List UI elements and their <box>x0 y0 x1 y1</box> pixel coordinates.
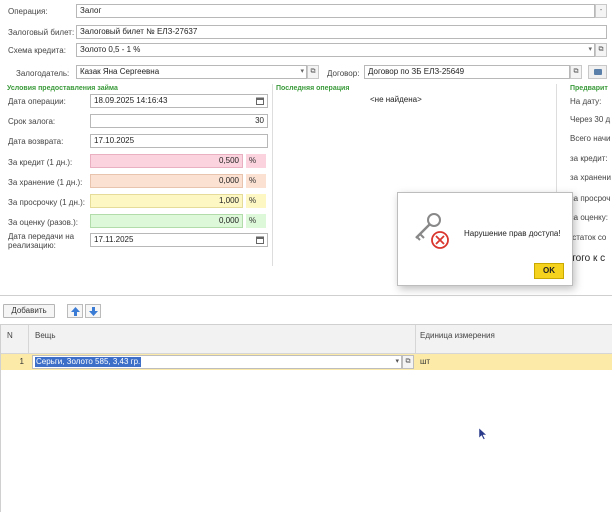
ticket-field[interactable]: Залоговый билет № ЕЛЗ-27637 <box>76 25 607 39</box>
add-button[interactable]: Добавить <box>3 304 55 318</box>
open-icon: ⧉ <box>405 358 411 365</box>
dropdown-icon: - <box>599 7 603 14</box>
calendar-icon[interactable] <box>256 236 264 244</box>
move-up-button[interactable] <box>67 304 83 318</box>
ticket-value: Залоговый билет № ЕЛЗ-27637 <box>80 27 198 36</box>
appraisal-pct: % <box>246 214 266 228</box>
operation-field[interactable]: Залог <box>76 4 595 18</box>
col-unit-header[interactable]: Единица измерения <box>420 331 495 340</box>
dialog-message: Нарушение прав доступа! <box>464 229 561 238</box>
operation-dropdown-button[interactable]: - <box>595 4 607 18</box>
conditions-title: Условия предоставления займа <box>7 85 118 92</box>
row-item-value: Серьги, Золото 585, 3,43 гр. <box>35 357 142 367</box>
realization-date-value: 17.11.2025 <box>94 235 134 244</box>
col-n-header[interactable]: N <box>7 331 13 340</box>
open-icon: ⧉ <box>598 46 604 53</box>
row-n: 1 <box>19 357 24 366</box>
col-divider <box>415 325 416 354</box>
chevron-down-icon[interactable]: ▾ <box>395 356 399 368</box>
card-button[interactable] <box>588 65 607 79</box>
calendar-icon[interactable] <box>256 97 264 105</box>
arrow-up-icon <box>71 307 80 316</box>
preview-for-storage: за хранени <box>570 173 611 182</box>
col-divider <box>28 325 29 354</box>
preview-title: Предварит <box>570 85 608 92</box>
preview-total-accrued: Всего начи <box>570 134 611 143</box>
contract-open-button[interactable]: ⧉ <box>570 65 582 79</box>
mouse-cursor-icon <box>479 428 487 440</box>
preview-for-credit: за кредит: <box>570 154 608 163</box>
row-item-open-button[interactable]: ⧉ <box>402 355 414 369</box>
op-date-field[interactable]: 18.09.2025 14:16:43 <box>90 94 268 108</box>
pledger-value: Казак Яна Сергеевна <box>80 67 160 76</box>
appraisal-label: За оценку (разов.): <box>8 218 78 227</box>
separator <box>272 84 273 266</box>
overdue-field[interactable]: 1,000 <box>90 194 243 208</box>
return-date-field[interactable]: 17.10.2025 <box>90 134 268 148</box>
chevron-down-icon: ▾ <box>300 68 304 75</box>
contract-value: Договор по ЗБ ЕЛЗ-25649 <box>368 67 465 76</box>
scheme-label: Схема кредита: <box>8 46 66 55</box>
credit-label: За кредит (1 дн.): <box>8 158 73 167</box>
operation-label: Операция: <box>8 7 48 16</box>
scheme-open-button[interactable]: ⧉ <box>595 43 607 57</box>
pledger-label: Залогодатель: <box>16 69 70 78</box>
op-date-value: 18.09.2025 14:16:43 <box>94 96 168 105</box>
move-down-button[interactable] <box>85 304 101 318</box>
ticket-label: Залоговый билет: <box>8 28 75 37</box>
storage-field[interactable]: 0,000 <box>90 174 243 188</box>
last-operation-value: <не найдена> <box>370 95 422 104</box>
realization-label: Дата передачи на реализацию: <box>8 232 74 250</box>
appraisal-value: 0,000 <box>218 216 239 225</box>
return-date-label: Дата возврата: <box>8 137 64 146</box>
preview-on-date: На дату: <box>570 97 602 106</box>
overdue-label: За просрочку (1 дн.): <box>8 198 85 207</box>
preview-after30: Через 30 д <box>570 115 611 124</box>
overdue-pct: % <box>246 194 266 208</box>
card-icon <box>594 69 602 75</box>
contract-field[interactable]: Договор по ЗБ ЕЛЗ-25649 <box>364 65 570 79</box>
term-field[interactable]: 30 <box>90 114 268 128</box>
op-date-label: Дата операции: <box>8 97 66 106</box>
preview-for-appraisal: за оценку: <box>570 213 608 222</box>
overdue-value: 1,000 <box>218 196 239 205</box>
table-row[interactable]: 1 Серьги, Золото 585, 3,43 гр. ▾ ⧉ шт <box>1 354 612 370</box>
scheme-field[interactable]: Золото 0,5 - 1 % ▾ <box>76 43 595 57</box>
realization-label-line1: Дата передачи на <box>8 232 75 241</box>
pledger-field[interactable]: Казак Яна Сергеевна ▾ <box>76 65 307 79</box>
appraisal-field[interactable]: 0,000 <box>90 214 243 228</box>
table-header: N Вещь Единица измерения <box>1 325 612 354</box>
row-unit: шт <box>420 357 431 366</box>
credit-value: 0,500 <box>218 156 239 165</box>
preview-for-overdue: за просроч <box>570 194 611 203</box>
operation-value: Залог <box>80 6 102 15</box>
term-label: Срок залога: <box>8 117 56 126</box>
arrow-down-icon <box>89 307 98 316</box>
section-divider <box>0 295 612 296</box>
items-table: N Вещь Единица измерения 1 Серьги, Золот… <box>0 324 612 512</box>
scheme-value: Золото 0,5 - 1 % <box>80 45 141 54</box>
realization-label-line2: реализацию: <box>8 241 56 250</box>
ok-button[interactable]: OK <box>534 263 564 279</box>
col-item-header[interactable]: Вещь <box>35 331 56 340</box>
open-icon: ⧉ <box>573 68 579 75</box>
realization-date-field[interactable]: 17.11.2025 <box>90 233 268 247</box>
contract-label: Договор: <box>327 69 360 78</box>
term-value: 30 <box>255 116 264 125</box>
return-date-value: 17.10.2025 <box>94 136 135 145</box>
credit-field[interactable]: 0,500 <box>90 154 243 168</box>
storage-label: За хранение (1 дн.): <box>8 178 83 187</box>
error-dialog: Нарушение прав доступа! OK <box>397 192 573 286</box>
last-operation-title: Последняя операция <box>276 85 350 92</box>
credit-pct: % <box>246 154 266 168</box>
row-item-field[interactable]: Серьги, Золото 585, 3,43 гр. ▾ <box>32 355 402 369</box>
storage-value: 0,000 <box>218 176 239 185</box>
open-icon: ⧉ <box>310 68 316 75</box>
chevron-down-icon: ▾ <box>588 46 592 53</box>
access-denied-icon <box>415 213 449 249</box>
pledger-open-button[interactable]: ⧉ <box>307 65 319 79</box>
storage-pct: % <box>246 174 266 188</box>
